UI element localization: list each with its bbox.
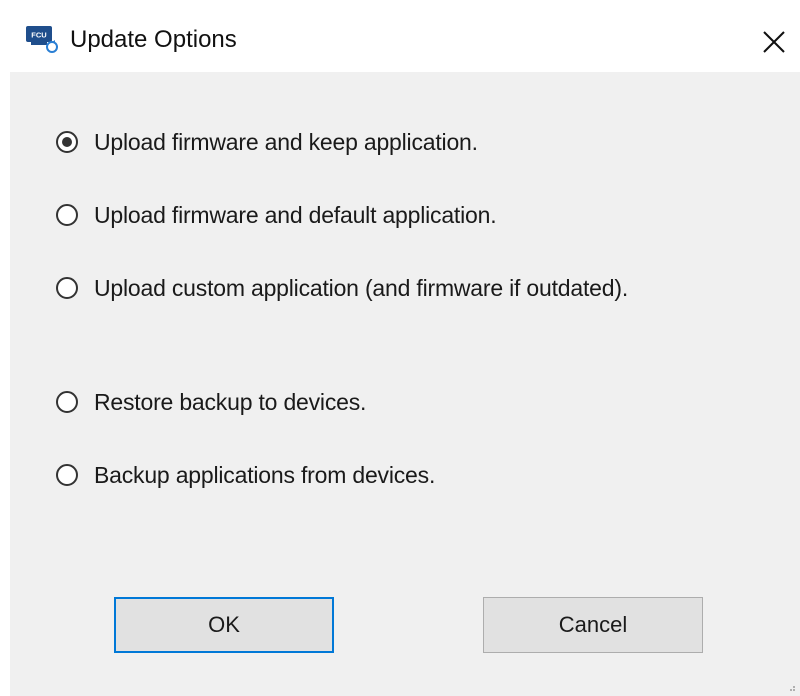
radio-button[interactable]	[56, 277, 78, 299]
option-restore-backup[interactable]: Restore backup to devices.	[56, 382, 366, 422]
close-icon	[763, 31, 785, 53]
ok-button[interactable]: OK	[114, 597, 334, 653]
radio-button[interactable]	[56, 464, 78, 486]
update-options-dialog: FCU Update Options Upload firmware and k…	[0, 0, 800, 696]
title-bar[interactable]: FCU Update Options	[0, 0, 800, 72]
option-label: Upload firmware and default application.	[94, 201, 497, 228]
close-button[interactable]	[752, 20, 796, 64]
option-backup-applications[interactable]: Backup applications from devices.	[56, 455, 435, 495]
resize-grip-icon[interactable]	[788, 684, 796, 692]
option-label: Restore backup to devices.	[94, 388, 367, 415]
cancel-button[interactable]: Cancel	[483, 597, 703, 653]
radio-button[interactable]	[56, 131, 78, 153]
option-default-application[interactable]: Upload firmware and default application.	[56, 195, 497, 235]
fcu-app-icon: FCU	[26, 26, 58, 53]
option-label: Upload custom application (and firmware …	[94, 274, 629, 301]
option-label: Upload firmware and keep application.	[94, 128, 478, 155]
radio-selected-dot	[62, 137, 72, 147]
option-label: Backup applications from devices.	[94, 461, 436, 488]
window-title: Update Options	[70, 26, 237, 53]
app-icon-text: FCU	[31, 31, 46, 40]
radio-button[interactable]	[56, 391, 78, 413]
option-custom-application[interactable]: Upload custom application (and firmware …	[56, 268, 628, 308]
radio-button[interactable]	[56, 204, 78, 226]
option-keep-application[interactable]: Upload firmware and keep application.	[56, 122, 478, 162]
